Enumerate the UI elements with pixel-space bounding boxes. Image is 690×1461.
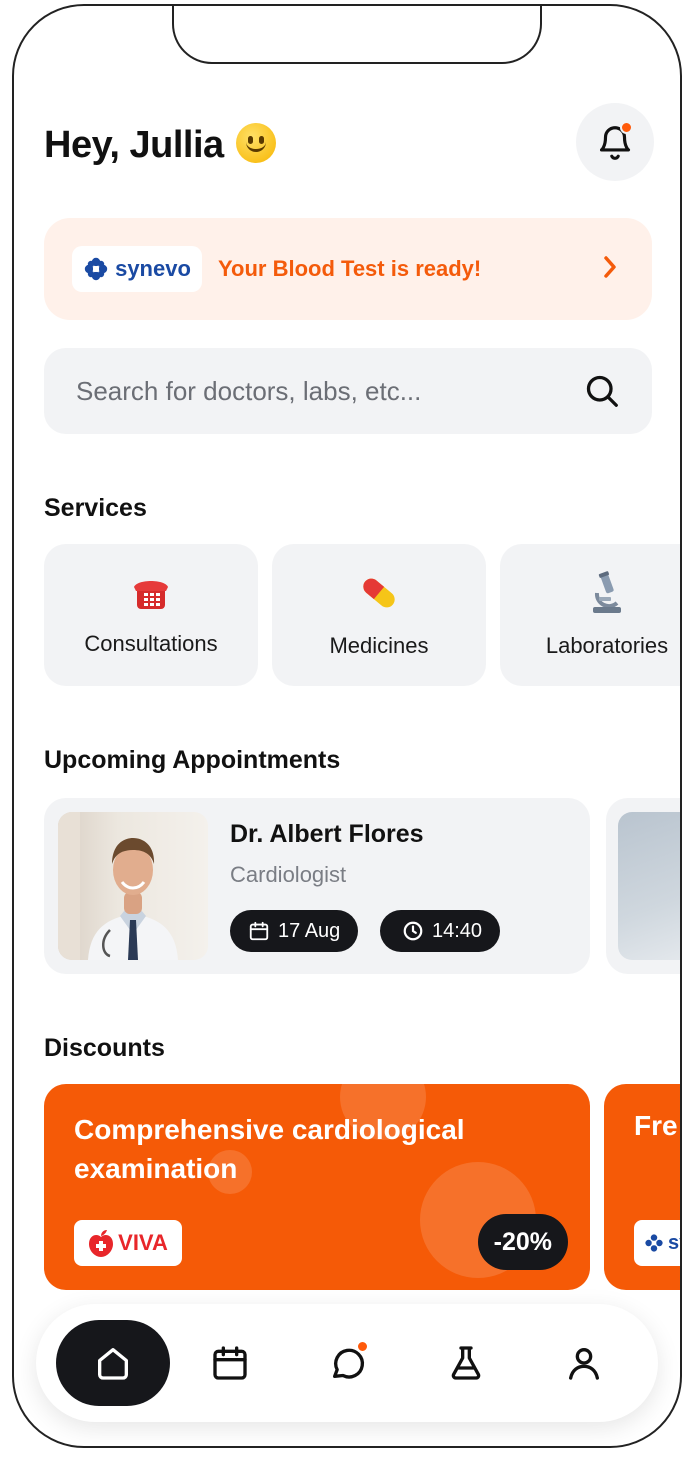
- bottom-tab-bar: [36, 1304, 658, 1422]
- banner-message: Your Blood Test is ready!: [218, 256, 482, 281]
- doctor-portrait-image: [58, 812, 178, 960]
- device-notch: [172, 6, 542, 64]
- smiley-emoji-icon: [235, 122, 276, 163]
- microscope-icon: [593, 571, 621, 613]
- service-card-medicines[interactable]: Medicines: [272, 544, 486, 686]
- calendar-icon: [213, 1346, 247, 1380]
- doctor-avatar: [618, 812, 680, 960]
- synevo-logo: synevo: [72, 246, 202, 292]
- calendar-icon: [249, 921, 269, 941]
- service-label: Laboratories: [545, 633, 669, 658]
- greeting-header: Hey, Jullia: [44, 122, 276, 167]
- discount-title: Comprehensive cardiological examination: [74, 1114, 465, 1184]
- doctor-specialty: Cardiologist: [230, 862, 347, 887]
- chevron-right-icon: [604, 256, 616, 278]
- telephone-icon: [134, 581, 168, 609]
- clock-icon: [403, 921, 423, 941]
- tab-profile[interactable]: [548, 1320, 620, 1406]
- greeting-text: Hey, Jullia: [44, 124, 224, 166]
- discounts-title: Discounts: [44, 1034, 165, 1062]
- discount-card[interactable]: Comprehensive cardiological examination …: [44, 1084, 590, 1290]
- phone-frame: Hey, Jullia synevo Your Blood Test is re…: [12, 4, 682, 1448]
- flask-icon: [451, 1346, 481, 1380]
- discount-card-partial[interactable]: Fre sy: [604, 1084, 680, 1290]
- notification-badge: [620, 121, 633, 134]
- user-icon: [569, 1348, 599, 1380]
- service-card-laboratories[interactable]: Laboratories: [500, 544, 680, 686]
- synevo-flower-icon: [645, 1234, 663, 1252]
- chat-unread-badge: [356, 1340, 369, 1353]
- appointments-title: Upcoming Appointments: [44, 746, 341, 774]
- tab-chat[interactable]: [312, 1320, 384, 1406]
- appointment-date: 17 Aug: [278, 919, 341, 942]
- services-row: Consultations Medicines Laboratories: [44, 544, 680, 686]
- discount-badge: -20%: [477, 1214, 568, 1270]
- doctor-name: Dr. Albert Flores: [230, 820, 424, 848]
- blood-test-banner[interactable]: synevo Your Blood Test is ready!: [44, 218, 652, 320]
- services-title: Services: [44, 494, 147, 522]
- tab-lab[interactable]: [430, 1320, 502, 1406]
- doctor-avatar: [58, 812, 208, 960]
- viva-apple-cross-icon: [89, 1230, 114, 1257]
- search-input[interactable]: [76, 375, 546, 407]
- pill-icon: [363, 578, 395, 608]
- home-icon: [98, 1348, 128, 1380]
- service-label: Medicines: [329, 633, 429, 658]
- search-bar[interactable]: [44, 348, 652, 434]
- service-label: Consultations: [84, 631, 218, 656]
- viva-logo-text: VIVA: [118, 1230, 168, 1255]
- tab-calendar[interactable]: [194, 1320, 266, 1406]
- viva-logo: VIVA: [74, 1220, 182, 1266]
- discount-title: Fre: [634, 1110, 678, 1141]
- appointment-date-pill: 17 Aug: [230, 910, 359, 952]
- appointment-time-pill: 14:40: [380, 910, 501, 952]
- service-card-consultations[interactable]: Consultations: [44, 544, 258, 686]
- synevo-logo-text: synevo: [115, 256, 191, 281]
- tab-home[interactable]: [56, 1320, 170, 1406]
- screen: Hey, Jullia synevo Your Blood Test is re…: [14, 6, 680, 1446]
- appointment-card-partial[interactable]: [606, 798, 680, 974]
- synevo-logo-text: sy: [668, 1231, 680, 1254]
- search-icon[interactable]: [584, 373, 620, 409]
- appointment-time: 14:40: [432, 919, 483, 942]
- notifications-button[interactable]: [576, 103, 654, 181]
- synevo-logo: sy: [634, 1220, 680, 1266]
- synevo-flower-icon: [84, 257, 108, 281]
- appointment-card[interactable]: Dr. Albert Flores Cardiologist 17 Aug 14…: [44, 798, 590, 974]
